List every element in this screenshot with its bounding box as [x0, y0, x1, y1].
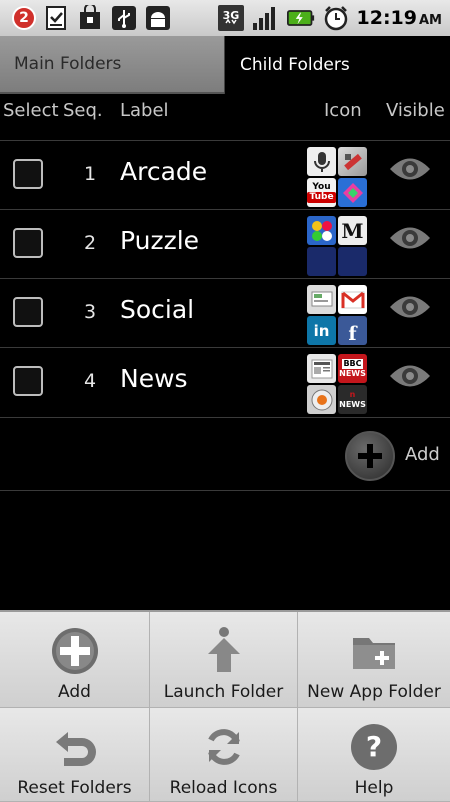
gmail-app-icon	[338, 285, 367, 314]
table-row[interactable]: 3 Social in f	[0, 278, 450, 348]
svg-text:?: ?	[366, 730, 382, 763]
row-label[interactable]: News	[120, 364, 188, 393]
row-seq: 1	[84, 163, 97, 185]
arcade-game-app-icon	[338, 178, 367, 207]
table-row[interactable]: 1 Arcade You Tube	[0, 140, 450, 210]
menu-item-launch-folder[interactable]: Launch Folder	[150, 612, 298, 708]
row-seq: 4	[84, 370, 97, 392]
select-checkbox[interactable]	[13, 297, 43, 327]
folder-icon-grid[interactable]: BBC NEWS n NEWS	[307, 354, 367, 414]
tab-child-folders[interactable]: Child Folders	[224, 36, 450, 94]
bbc-news-app-icon: BBC NEWS	[338, 354, 367, 383]
header-seq: Seq.	[63, 100, 103, 121]
notification-count-badge[interactable]: 2	[12, 6, 36, 30]
linkedin-app-icon: in	[307, 316, 336, 345]
empty-slot-icon	[338, 247, 367, 276]
mahjong-app-icon: M	[338, 216, 367, 245]
puzzle-game-app-icon	[307, 216, 336, 245]
tab-main-folders-label: Main Folders	[14, 54, 122, 74]
header-label: Label	[120, 100, 169, 121]
row-label[interactable]: Puzzle	[120, 226, 199, 255]
game-app-icon	[338, 147, 367, 176]
table-row[interactable]: 4 News BBC NEWS n NEWS	[0, 347, 450, 417]
plus-icon	[50, 626, 100, 676]
add-folder-button[interactable]	[345, 431, 395, 481]
messaging-app-icon	[307, 285, 336, 314]
market-bag-icon	[76, 4, 104, 32]
folder-add-icon	[349, 626, 399, 676]
menu-item-label: Launch Folder	[163, 682, 284, 702]
select-checkbox[interactable]	[13, 366, 43, 396]
plus-icon	[358, 444, 382, 468]
rss-reader-app-icon	[307, 385, 336, 414]
folder-icon-grid[interactable]: in f	[307, 285, 367, 345]
menu-item-reset-folders[interactable]: Reset Folders	[0, 708, 150, 802]
menu-item-label: Help	[354, 778, 394, 798]
menu-item-new-app-folder[interactable]: New App Folder	[298, 612, 450, 708]
arrow-up-icon	[199, 626, 249, 676]
menu-item-help[interactable]: ? Help	[298, 708, 450, 802]
alarm-clock-icon	[322, 4, 350, 32]
add-folder-row: Add	[0, 417, 450, 491]
visible-eye-icon[interactable]	[388, 292, 432, 326]
folder-icon-grid[interactable]: M	[307, 216, 367, 276]
add-folder-label[interactable]: Add	[405, 444, 440, 465]
header-icon: Icon	[324, 100, 362, 121]
svg-text:3G: 3G	[222, 9, 239, 22]
visible-eye-icon[interactable]	[388, 223, 432, 257]
newspaper-app-icon	[307, 354, 336, 383]
clock: 12:19 AM	[357, 7, 442, 29]
folder-icon-grid[interactable]: You Tube	[307, 147, 367, 207]
menu-item-label: Reset Folders	[17, 778, 132, 798]
row-seq: 3	[84, 301, 97, 323]
options-menu: Add Launch Folder New App Folder Reset F…	[0, 610, 450, 802]
help-icon: ?	[349, 722, 399, 772]
header-select: Select	[3, 100, 59, 121]
folder-tabs: Main Folders Child Folders	[0, 36, 450, 94]
signal-strength-icon	[252, 4, 280, 32]
npr-news-app-icon: n NEWS	[338, 385, 367, 414]
clock-time: 12:19	[356, 7, 417, 29]
row-label[interactable]: Social	[120, 295, 194, 324]
row-seq: 2	[84, 232, 97, 254]
header-visible: Visible	[386, 100, 445, 121]
download-complete-icon	[42, 4, 70, 32]
usb-icon	[110, 4, 138, 32]
refresh-icon	[199, 722, 249, 772]
menu-item-label: Reload Icons	[169, 778, 278, 798]
table-row[interactable]: 2 Puzzle M	[0, 209, 450, 279]
tab-child-folders-label: Child Folders	[240, 55, 350, 75]
empty-slot-icon	[307, 247, 336, 276]
clock-ampm: AM	[419, 13, 442, 28]
battery-charging-icon	[286, 4, 315, 32]
select-checkbox[interactable]	[13, 159, 43, 189]
menu-item-reload-icons[interactable]: Reload Icons	[150, 708, 298, 802]
android-debug-icon	[144, 4, 172, 32]
facebook-app-icon: f	[338, 316, 367, 345]
table-header: Select Seq. Label Icon Visible	[0, 94, 450, 140]
undo-icon	[50, 722, 100, 772]
voice-search-app-icon	[307, 147, 336, 176]
menu-item-add[interactable]: Add	[0, 612, 150, 708]
network-3g-icon: 3G	[217, 4, 245, 32]
menu-item-label: Add	[58, 682, 91, 702]
row-label[interactable]: Arcade	[120, 157, 207, 186]
visible-eye-icon[interactable]	[388, 361, 432, 395]
select-checkbox[interactable]	[13, 228, 43, 258]
status-bar: 2 3G 12:19 AM	[0, 0, 450, 36]
tab-main-folders[interactable]: Main Folders	[0, 36, 224, 94]
visible-eye-icon[interactable]	[388, 154, 432, 188]
youtube-app-icon: You Tube	[307, 178, 336, 207]
menu-item-label: New App Folder	[307, 682, 441, 702]
